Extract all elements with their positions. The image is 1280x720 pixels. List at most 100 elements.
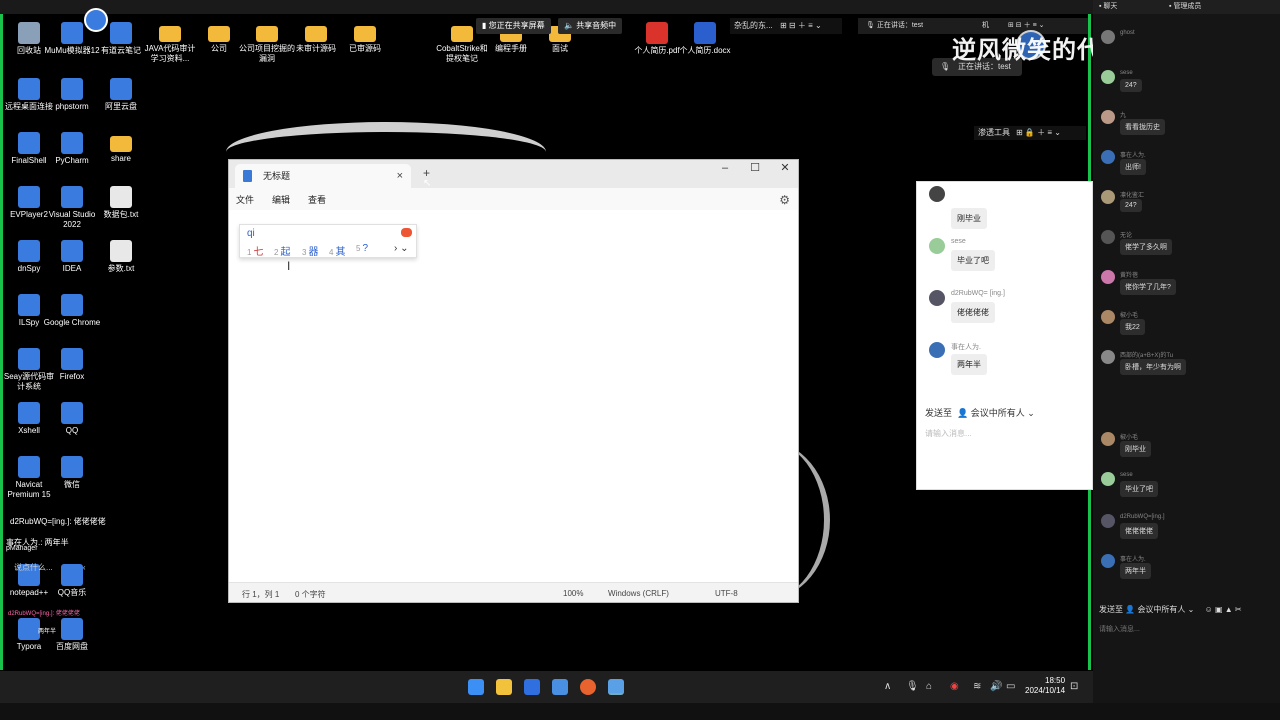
tab-untitled[interactable]: 无标题 ×	[235, 164, 411, 188]
text-editor-area[interactable]: qi 1七 2起 3器 4其 5? › ⌄	[229, 210, 798, 584]
chat-popup: 刚毕业 sese 毕业了吧 d2RubWQ= [ing.] 佬佬佬佬 事在人为.…	[916, 181, 1093, 490]
notes-app-icon[interactable]	[552, 679, 568, 695]
side-send-to-selector[interactable]: 发送至 👤 会议中所有人 ⌄ ☺ ▣ ▲ ✂	[1099, 604, 1242, 615]
wifi-icon[interactable]: ≋	[973, 681, 981, 692]
battery-icon[interactable]: ▭	[1006, 681, 1015, 692]
ime-candidate-4[interactable]: 4其	[329, 243, 345, 258]
settings-gear-icon[interactable]: ⚙	[779, 193, 790, 207]
ime-next-page-icon[interactable]: › ⌄	[394, 243, 409, 254]
desktop-icon[interactable]: share	[92, 132, 150, 164]
desktop-icon[interactable]: Google Chrome	[43, 294, 101, 328]
app-icon	[18, 186, 40, 208]
message-text: 毕业了吧	[1120, 481, 1158, 497]
desktop-icon-label: 公司	[211, 44, 227, 53]
ime-candidate-3[interactable]: 3器	[302, 243, 318, 258]
pentest-tool-bar[interactable]: 渗透工具 ⊞ 🔒 ＋ ≡ ⌄	[974, 126, 1086, 140]
ime-candidate-1[interactable]: 1七	[247, 243, 263, 258]
message-text: 佬学了多久啊	[1120, 239, 1172, 255]
top-strip	[0, 0, 1093, 14]
desktop-icon[interactable]: QQ	[43, 402, 101, 436]
overlay-message: 两年半	[38, 629, 57, 635]
video-bottom-border	[0, 703, 1280, 720]
send-to-selector[interactable]: 发送至 👤 会议中所有人 ⌄	[925, 406, 1035, 419]
avatar	[1101, 554, 1115, 568]
chat-tab[interactable]: ▪ 聊天	[1099, 0, 1117, 14]
file-icon	[110, 240, 132, 262]
app-icon	[61, 132, 83, 154]
file-explorer-icon[interactable]	[496, 679, 512, 695]
window-controls-icon[interactable]: ⊞ ⊟ ＋ ≡ ⌄	[780, 18, 822, 34]
desktop-icon-label: share	[110, 154, 131, 163]
text-cursor-icon: I	[287, 259, 291, 273]
desktop-icon[interactable]: 已审源码	[336, 22, 394, 54]
message-sender: 西部的(a+B+X)的Tu	[1120, 353, 1174, 359]
notepad-titlebar[interactable]: 无标题 × + – ☐ ✕	[229, 160, 798, 188]
desktop-icon-label: Firefox	[59, 372, 85, 381]
say-something-input[interactable]: 说点什么... ‹	[14, 562, 86, 573]
app-icon	[61, 240, 83, 262]
collapse-icon[interactable]: ‹	[83, 563, 86, 572]
folder-icon	[110, 136, 132, 152]
desktop-icon[interactable]: 百度网盘	[43, 618, 101, 652]
firefox-icon[interactable]	[580, 679, 596, 695]
app-tray-icon[interactable]: ◉	[950, 681, 959, 692]
menu-file[interactable]: 文件	[236, 193, 254, 206]
docx-icon	[694, 22, 716, 44]
sharing-screen-indicator[interactable]: ▮ 您正在共享屏幕	[476, 18, 551, 34]
desktop-icon[interactable]: 阿里云盘	[92, 78, 150, 112]
status-zoom: 100%	[563, 589, 584, 598]
desktop-icon[interactable]: 个人简历.docx	[676, 22, 734, 56]
avatar	[1101, 110, 1115, 124]
side-chat-input[interactable]: 请输入消息...	[1099, 624, 1140, 634]
close-button[interactable]: ✕	[770, 160, 800, 176]
notepad-window[interactable]: 无标题 × + – ☐ ✕ 文件 编辑 查看 ⚙ qi 1七 2起 3器 4其 …	[228, 159, 799, 603]
desktop-icon[interactable]: 参数.txt	[92, 240, 150, 274]
message-text: 我22	[1120, 319, 1145, 335]
sharing-audio-label: 共享音频中	[576, 21, 617, 30]
side-chat-header: ▪ 聊天 ▪ 管理成员	[1093, 0, 1280, 14]
ime-candidate-text: 起	[280, 247, 291, 258]
avatar	[929, 238, 945, 254]
ime-candidate-number: 4	[329, 248, 334, 257]
mic-icon[interactable]: 🎙	[906, 681, 919, 692]
clock[interactable]: 18:50 2024/10/14	[1025, 676, 1065, 696]
message-text: 毕业了吧	[951, 250, 995, 271]
ime-candidate-text: 七	[253, 247, 264, 258]
volume-icon[interactable]: 🔊	[990, 681, 1002, 692]
meeting-window-bar[interactable]: 杂乱的东... ⊞ ⊟ ＋ ≡ ⌄	[730, 18, 842, 34]
ime-candidate-popup[interactable]: qi 1七 2起 3器 4其 5? › ⌄	[239, 224, 417, 258]
notepad-taskbar-icon[interactable]	[608, 679, 624, 695]
desktop-icon[interactable]: 数据包.txt	[92, 186, 150, 220]
signal-icon: ▮	[482, 21, 489, 30]
ime-tray-icon[interactable]: ⌂	[926, 681, 932, 692]
app-icon	[18, 402, 40, 424]
ime-candidate-5[interactable]: 5?	[356, 243, 368, 254]
menu-view[interactable]: 查看	[308, 193, 326, 206]
windows-start-icon[interactable]	[468, 679, 484, 695]
notification-icon[interactable]: ⊡	[1070, 681, 1078, 692]
chat-input[interactable]: 请输入消息...	[925, 428, 972, 439]
window-controls-icon[interactable]: ⊞ 🔒 ＋ ≡ ⌄	[1016, 126, 1061, 140]
desktop-icon-label: JAVA代码审计学习资料...	[144, 44, 196, 63]
message-text: 24?	[1120, 79, 1142, 92]
folder-icon	[305, 26, 327, 42]
desktop-icon[interactable]: Firefox	[43, 348, 101, 382]
menu-edit[interactable]: 编辑	[272, 193, 290, 206]
emoji-icon[interactable]: ☺ ▣ ▲ ✂	[1205, 605, 1242, 614]
maximize-button[interactable]: ☐	[740, 160, 770, 176]
manage-members-tab[interactable]: ▪ 管理成员	[1169, 0, 1201, 14]
desktop-icon-label: 面试	[552, 44, 568, 53]
app-icon	[61, 402, 83, 424]
meeting-app-icon[interactable]	[524, 679, 540, 695]
desktop-icon[interactable]: 微信	[43, 456, 101, 490]
pentest-tool-label: 渗透工具	[978, 128, 1010, 137]
message-sender: sese	[1120, 472, 1133, 478]
minimize-button[interactable]: –	[710, 160, 740, 176]
message-sender: 凛化鉴汇	[1120, 193, 1145, 199]
close-tab-icon[interactable]: ×	[397, 164, 403, 188]
tray-overflow-icon[interactable]: ∧	[884, 681, 891, 692]
sharing-audio-indicator[interactable]: 🔈 共享音频中	[558, 18, 623, 34]
app-icon	[61, 78, 83, 100]
sharing-screen-label: 您正在共享屏幕	[488, 21, 545, 30]
ime-candidate-2[interactable]: 2起	[274, 243, 290, 258]
